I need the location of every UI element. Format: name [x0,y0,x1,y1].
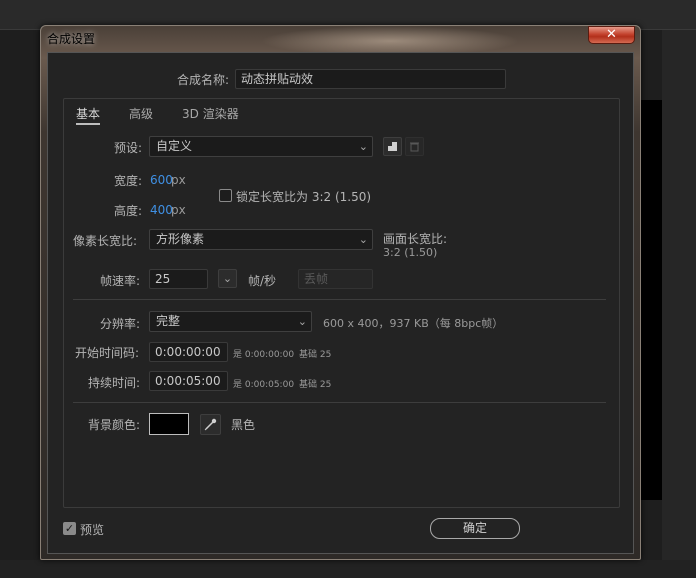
height-label: 高度: [114,204,143,218]
background-app-panel [662,30,696,578]
dialog-title: 合成设置 [47,32,96,46]
pixel-aspect-label: 像素长宽比: [73,234,138,248]
width-label: 宽度: [114,174,143,188]
resolution-value: 完整 [156,314,181,328]
width-unit: px [171,173,186,187]
trash-icon [410,142,419,152]
start-time-note: 是 0:00:00:00 [233,350,295,360]
save-preset-button[interactable] [383,137,402,156]
frame-rate-input[interactable]: 25 [149,269,208,289]
background-color-label: 背景颜色: [88,418,141,432]
ok-button[interactable]: 确定 [430,518,520,539]
duration-note: 是 0:00:05:00 [233,380,295,390]
background-app-bottom [0,560,696,578]
duration-input[interactable]: 0:00:05:00 [149,371,228,391]
lock-aspect-label: 锁定长宽比为 3:2 (1.50) [236,190,372,204]
comp-name-input[interactable]: 动态拼贴动效 [235,69,506,89]
resolution-label: 分辨率: [100,317,141,331]
background-color-swatch[interactable] [149,413,189,435]
frame-rate-label: 帧速率: [100,274,141,288]
start-time-base: 基础 25 [299,350,332,360]
start-time-input[interactable]: 0:00:00:00 [149,342,228,362]
comp-name-label: 合成名称: [177,73,230,87]
pixel-aspect-dropdown[interactable]: 方形像素 ⌄ [149,229,373,250]
background-color-name: 黑色 [231,418,256,432]
divider [73,299,606,300]
preset-dropdown[interactable]: 自定义 ⌄ [149,136,373,157]
chevron-down-icon: ⌄ [358,233,368,246]
divider [73,402,606,403]
start-time-label: 开始时间码: [75,346,140,360]
preset-value: 自定义 [156,139,193,153]
close-button[interactable]: ✕ [588,26,635,44]
chevron-down-icon: ⌄ [358,140,368,153]
duration-label: 持续时间: [88,376,141,390]
preview-checkbox[interactable]: ✓ [63,522,76,535]
width-value[interactable]: 600 [150,173,173,187]
checkmark-icon: ✓ [64,522,75,535]
floppy-icon [388,142,397,151]
tab-advanced[interactable]: 高级 [129,105,153,122]
preview-label: 预览 [80,523,105,537]
frame-rate-dropdown-button[interactable]: ⌄ [218,269,237,288]
resolution-dropdown[interactable]: 完整 ⌄ [149,311,312,332]
preset-label: 预设: [114,141,143,155]
background-app-viewer [640,100,662,500]
duration-base: 基础 25 [299,380,332,390]
drop-frame-dropdown[interactable]: 丢帧 [298,269,373,289]
height-unit: px [171,203,186,217]
tab-panel [63,98,620,508]
lock-aspect-checkbox[interactable] [219,189,232,202]
frame-rate-unit: 帧/秒 [248,274,277,288]
resolution-info: 600 x 400，937 KB（每 8bpc帧） [323,317,504,330]
tab-3d-renderer[interactable]: 3D 渲染器 [182,105,239,122]
eyedropper-icon [204,418,217,431]
frame-aspect-value: 3:2 (1.50) [383,246,438,259]
eyedropper-button[interactable] [200,414,221,435]
chevron-down-icon: ⌄ [297,315,307,328]
tab-basic[interactable]: 基本 [76,105,101,125]
pixel-aspect-value: 方形像素 [156,232,205,246]
height-value[interactable]: 400 [150,203,173,217]
close-icon: ✕ [606,27,617,42]
frame-aspect-label: 画面长宽比: [383,232,448,246]
chevron-down-icon: ⌄ [222,272,233,285]
delete-preset-button[interactable] [405,137,424,156]
